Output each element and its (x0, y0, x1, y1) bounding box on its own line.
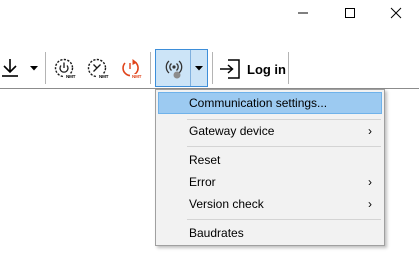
chevron-right-icon: › (368, 197, 372, 211)
nmt-stop-badge: NMT (99, 74, 109, 79)
communication-menu: Communication settings... Gateway device… (155, 89, 385, 246)
nmt-start-badge: NMT (66, 74, 76, 79)
nmt-reset-badge: NMT (132, 74, 142, 79)
toolbar-separator (212, 52, 213, 84)
menu-item-label: Error (189, 175, 216, 189)
nmt-start-button[interactable]: NMT (53, 57, 77, 81)
menu-item-communication-settings[interactable]: Communication settings... (158, 92, 382, 114)
menu-item-label: Gateway device (189, 124, 275, 138)
download-icon (2, 59, 18, 77)
nmt-reset-button[interactable]: NMT (119, 57, 143, 81)
menu-separator (187, 146, 381, 147)
close-button[interactable] (373, 0, 419, 26)
communication-main[interactable] (162, 56, 186, 80)
toolbar-separator (45, 52, 46, 84)
menu-separator (187, 219, 381, 220)
chevron-right-icon: › (368, 175, 372, 189)
toolbar-separator (288, 52, 289, 84)
menu-item-version-check[interactable]: Version check › (158, 193, 382, 215)
communication-button[interactable] (155, 49, 208, 87)
download-dropdown[interactable] (28, 62, 40, 74)
toolbar-separator (150, 52, 151, 84)
close-icon (390, 7, 402, 19)
download-button[interactable] (0, 56, 22, 80)
radio-signal-icon (165, 60, 183, 79)
menu-item-error[interactable]: Error › (158, 171, 382, 193)
nmt-stop-button[interactable]: NMT (86, 57, 110, 81)
login-label: Log in (247, 61, 286, 77)
chevron-right-icon: › (368, 124, 372, 138)
chevron-down-icon (30, 65, 38, 70)
maximize-button[interactable] (327, 0, 373, 26)
login-button[interactable]: Log in (219, 55, 286, 83)
menu-item-label: Baudrates (189, 226, 244, 240)
maximize-icon (345, 8, 355, 18)
menu-item-gateway-device[interactable]: Gateway device › (158, 120, 382, 142)
communication-dropdown[interactable] (192, 62, 206, 74)
menu-item-reset[interactable]: Reset (158, 149, 382, 171)
minimize-icon (298, 12, 308, 14)
menu-item-baudrates[interactable]: Baudrates (158, 222, 382, 244)
menu-item-label: Version check (189, 197, 264, 211)
chevron-down-icon (195, 65, 203, 70)
split-divider (190, 50, 191, 86)
login-icon (220, 59, 240, 79)
menu-item-label: Communication settings... (189, 96, 328, 110)
minimize-button[interactable] (280, 0, 326, 26)
menu-item-label: Reset (189, 153, 221, 167)
